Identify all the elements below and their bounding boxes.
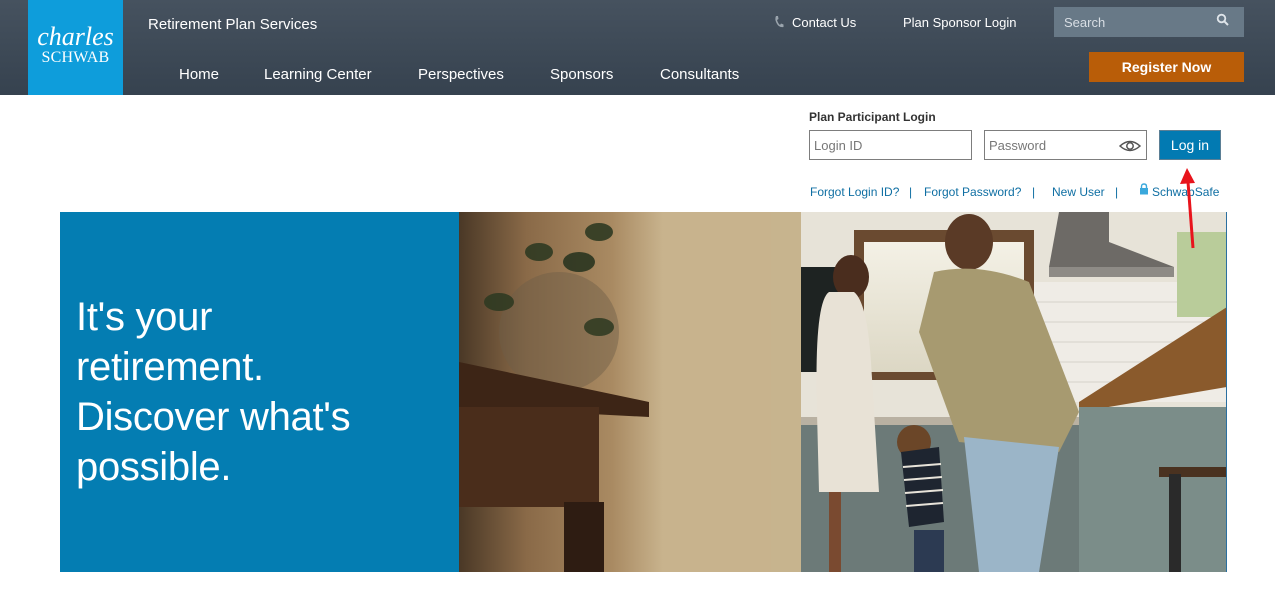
logo-text-schwab: SCHWAB bbox=[41, 49, 110, 66]
site-header: charles SCHWAB Retirement Plan Services … bbox=[0, 0, 1275, 95]
login-title: Plan Participant Login bbox=[809, 110, 936, 124]
search-icon[interactable] bbox=[1216, 13, 1230, 27]
new-user-link[interactable]: New User bbox=[1052, 185, 1105, 199]
hero-photo bbox=[459, 212, 1227, 572]
password-field[interactable] bbox=[984, 130, 1147, 160]
hero-line: retirement. bbox=[76, 345, 264, 389]
link-separator: | bbox=[1115, 185, 1119, 199]
log-in-button[interactable]: Log in bbox=[1159, 130, 1221, 160]
charles-schwab-logo[interactable]: charles SCHWAB bbox=[28, 0, 123, 95]
plan-sponsor-login-link[interactable]: Plan Sponsor Login bbox=[903, 15, 1016, 30]
site-title: Retirement Plan Services bbox=[148, 16, 318, 33]
nav-perspectives[interactable]: Perspectives bbox=[418, 66, 504, 83]
lock-icon bbox=[1140, 183, 1148, 195]
eye-icon[interactable] bbox=[1119, 139, 1141, 153]
search-placeholder: Search bbox=[1064, 15, 1106, 30]
nav-learning-center[interactable]: Learning Center bbox=[264, 66, 372, 83]
phone-icon bbox=[775, 16, 784, 28]
register-now-button[interactable]: Register Now bbox=[1089, 52, 1244, 82]
link-separator: | bbox=[1032, 185, 1036, 199]
link-separator: | bbox=[909, 185, 913, 199]
login-id-input[interactable] bbox=[810, 131, 971, 159]
forgot-login-id-link[interactable]: Forgot Login ID? bbox=[810, 185, 899, 199]
hero-headline: It's your retirement. Discover what's po… bbox=[76, 292, 351, 492]
hero-line: It's your bbox=[76, 295, 213, 339]
login-id-field[interactable] bbox=[809, 130, 972, 160]
family-kitchen-illustration bbox=[459, 212, 1226, 572]
nav-sponsors[interactable]: Sponsors bbox=[550, 66, 613, 83]
forgot-password-link[interactable]: Forgot Password? bbox=[924, 185, 1021, 199]
search-box[interactable]: Search bbox=[1054, 7, 1244, 37]
nav-home[interactable]: Home bbox=[179, 66, 219, 83]
contact-us-link[interactable]: Contact Us bbox=[792, 15, 856, 30]
nav-consultants[interactable]: Consultants bbox=[660, 66, 739, 83]
annotation-arrow-icon bbox=[1180, 168, 1195, 249]
logo-text-charles: charles bbox=[37, 22, 114, 51]
hero-line: Discover what's bbox=[76, 395, 351, 439]
hero-line: possible. bbox=[76, 445, 232, 489]
hero-message-panel: It's your retirement. Discover what's po… bbox=[60, 212, 459, 572]
